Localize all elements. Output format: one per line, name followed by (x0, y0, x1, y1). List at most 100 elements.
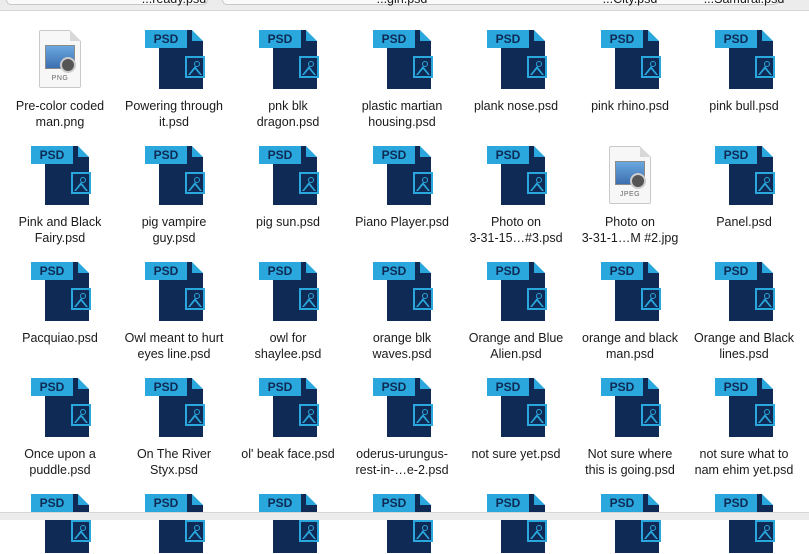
psd-file-icon[interactable]: PSD (715, 262, 775, 322)
file-label-partial[interactable]: ...City.psd (573, 0, 687, 7)
file-name-label[interactable]: Pacquiao.psd (3, 330, 117, 346)
psd-file-icon[interactable]: PSD (31, 378, 91, 438)
psd-file-icon[interactable]: PSD (601, 30, 661, 90)
psd-file-icon[interactable]: PSD (145, 378, 205, 438)
file-name-label[interactable]: not sure what to nam ehim yet.psd (687, 446, 801, 478)
psd-badge: PSD (145, 30, 187, 48)
file-icon-grid: ...ready.psd ...girl.psd ...City.psd...Sam… (0, 0, 809, 553)
psd-file-icon[interactable]: PSD (715, 146, 775, 206)
psd-file-icon[interactable]: PSD (259, 30, 319, 90)
file-name-label[interactable]: Photo on 3-31-15…#3.psd (459, 214, 573, 246)
psd-file-icon[interactable]: PSD (487, 262, 547, 322)
file-name-label[interactable]: Owl meant to hurt eyes line.psd (117, 330, 231, 362)
psd-file-icon[interactable]: PSD (601, 378, 661, 438)
psd-file-icon[interactable]: PSD (715, 30, 775, 90)
psd-file-icon[interactable]: PSD (145, 494, 205, 554)
file-name-label[interactable]: pink rhino.psd (573, 98, 687, 114)
file-name-label[interactable]: pnk blk dragon.psd (231, 98, 345, 130)
psd-file-icon[interactable]: PSD (145, 30, 205, 90)
psd-file-icon[interactable]: PSD (373, 30, 433, 90)
psd-badge: PSD (373, 262, 415, 280)
file-name-line-1: Orange and Black (693, 331, 795, 345)
file-name-line-1: owl for (269, 331, 307, 345)
psd-file-icon[interactable]: PSD (487, 378, 547, 438)
psd-badge: PSD (373, 494, 415, 512)
psd-file-icon[interactable]: PSD (259, 378, 319, 438)
file-name-line-2: dragon.psd (256, 115, 320, 129)
psd-badge: PSD (373, 146, 415, 164)
file-name-label[interactable]: Piano Player.psd (345, 214, 459, 230)
file-name-label[interactable]: Once upon a puddle.psd (3, 446, 117, 478)
file-name-line-2: lines.psd (719, 347, 769, 361)
file-name-line-2: 3-31-15…#3.psd (469, 231, 563, 245)
file-name-line-1: ol' beak face.psd (241, 447, 335, 461)
psd-badge: PSD (487, 494, 529, 512)
file-name-label[interactable]: pig vampire guy.psd (117, 214, 231, 246)
file-name-line-2: guy.psd (152, 231, 196, 245)
file-name-label[interactable]: pink bull.psd (687, 98, 801, 114)
psd-badge: PSD (31, 146, 73, 164)
psd-file-icon[interactable]: PSD (487, 30, 547, 90)
png-image-file-icon[interactable]: PNG (39, 30, 81, 88)
file-name-line-1: Once upon a (24, 447, 96, 461)
psd-file-icon[interactable]: PSD (259, 262, 319, 322)
file-name-label[interactable]: Pre-color coded man.png (3, 98, 117, 130)
file-name-label[interactable]: On The River Styx.psd (117, 446, 231, 478)
psd-file-icon[interactable]: PSD (601, 494, 661, 554)
file-label-partial[interactable]: ...girl.psd (345, 0, 459, 7)
psd-file-icon[interactable]: PSD (31, 494, 91, 554)
psd-file-icon[interactable]: PSD (715, 494, 775, 554)
file-name-line-2: man.png (35, 115, 85, 129)
file-name-label[interactable]: ol' beak face.psd (231, 446, 345, 462)
file-name-label[interactable]: Orange and Blue Alien.psd (459, 330, 573, 362)
psd-badge: PSD (487, 146, 529, 164)
file-name-label[interactable]: Photo on 3-31-1…M #2.jpg (573, 214, 687, 246)
jpeg-image-file-icon[interactable]: JPEG (609, 146, 651, 204)
psd-file-icon[interactable]: PSD (145, 146, 205, 206)
file-name-label[interactable]: Panel.psd (687, 214, 801, 230)
file-name-line-2: nam ehim yet.psd (694, 463, 794, 477)
file-name-line-1: orange and black (582, 331, 678, 345)
psd-file-icon[interactable]: PSD (373, 146, 433, 206)
file-name-line-2: rest-in-…e-2.psd (355, 463, 449, 477)
psd-badge: PSD (715, 146, 757, 164)
file-name-label[interactable]: Orange and Black lines.psd (687, 330, 801, 362)
psd-badge: PSD (601, 378, 643, 396)
file-name-label[interactable]: Powering through it.psd (117, 98, 231, 130)
psd-badge: PSD (715, 262, 757, 280)
file-name-label[interactable]: Not sure where this is going.psd (573, 446, 687, 478)
file-name-label[interactable]: oderus-urungus-rest-in-…e-2.psd (345, 446, 459, 478)
psd-file-icon[interactable]: PSD (373, 262, 433, 322)
file-name-line-1: On The River (136, 447, 212, 461)
file-name-label[interactable]: pig sun.psd (231, 214, 345, 230)
file-name-label[interactable]: owl for shaylee.psd (231, 330, 345, 362)
file-name-line-2: shaylee.psd (254, 347, 322, 361)
file-name-label[interactable]: not sure yet.psd (459, 446, 573, 462)
psd-file-icon[interactable]: PSD (373, 378, 433, 438)
psd-badge: PSD (31, 262, 73, 280)
psd-badge: PSD (145, 146, 187, 164)
psd-file-icon[interactable]: PSD (31, 146, 91, 206)
psd-file-icon[interactable]: PSD (259, 494, 319, 554)
file-name-label[interactable]: plastic martian housing.psd (345, 98, 459, 130)
psd-file-icon[interactable]: PSD (373, 494, 433, 554)
file-name-line-2: puddle.psd (29, 463, 91, 477)
file-name-line-1: oderus-urungus- (356, 447, 448, 461)
file-name-line-2: this is going.psd (585, 463, 675, 477)
psd-file-icon[interactable]: PSD (145, 262, 205, 322)
psd-file-icon[interactable]: PSD (715, 378, 775, 438)
file-label-partial[interactable]: ...Samurai.psd (687, 0, 801, 7)
psd-file-icon[interactable]: PSD (31, 262, 91, 322)
psd-file-icon[interactable]: PSD (259, 146, 319, 206)
file-name-label[interactable]: Pink and Black Fairy.psd (3, 214, 117, 246)
psd-file-icon[interactable]: PSD (601, 262, 661, 322)
psd-file-icon[interactable]: PSD (487, 494, 547, 554)
psd-file-icon[interactable]: PSD (487, 146, 547, 206)
file-name-label[interactable]: plank nose.psd (459, 98, 573, 114)
file-name-label[interactable]: orange blk waves.psd (345, 330, 459, 362)
psd-badge: PSD (31, 378, 73, 396)
psd-badge: PSD (373, 378, 415, 396)
file-label-partial[interactable]: ...ready.psd (117, 0, 231, 7)
file-name-label[interactable]: orange and black man.psd (573, 330, 687, 362)
psd-badge: PSD (259, 262, 301, 280)
